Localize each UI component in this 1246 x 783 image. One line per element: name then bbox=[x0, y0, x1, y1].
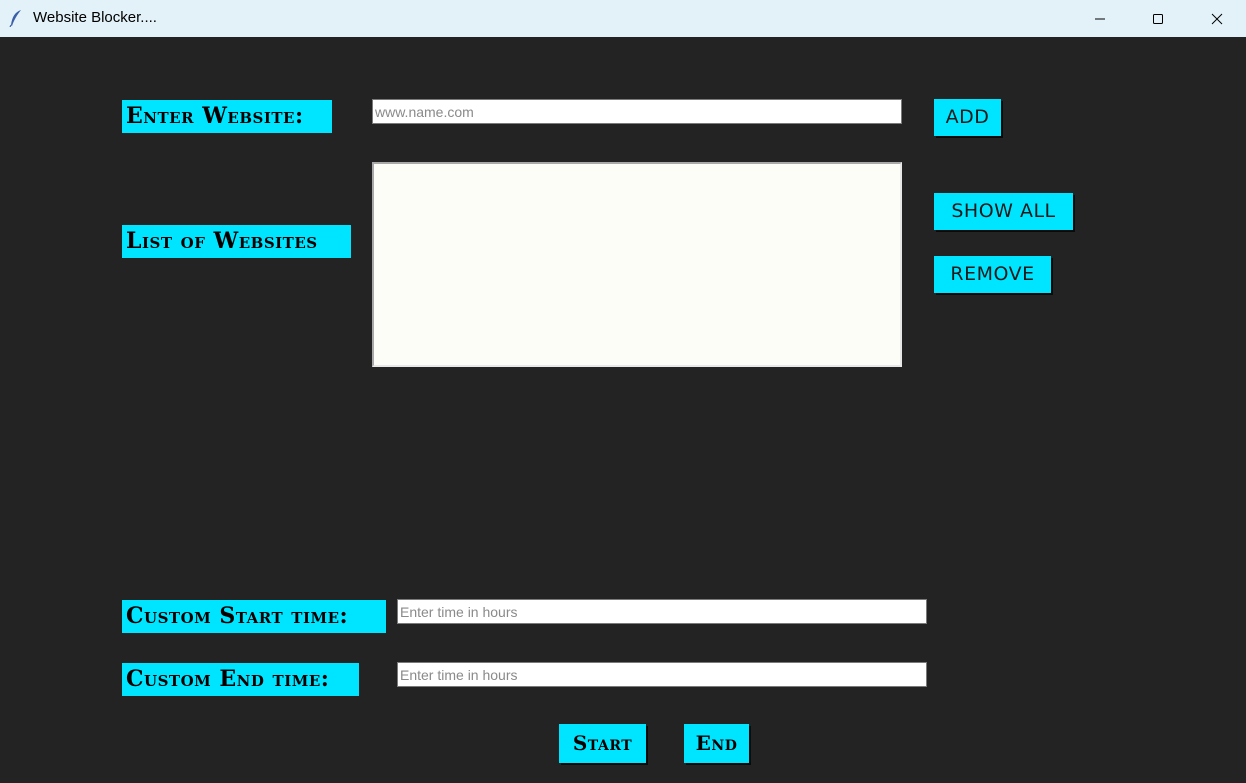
close-button[interactable] bbox=[1188, 0, 1246, 37]
websites-listbox[interactable] bbox=[372, 162, 902, 367]
end-button[interactable]: End bbox=[684, 724, 749, 763]
website-input[interactable] bbox=[372, 99, 902, 124]
end-time-input[interactable] bbox=[397, 662, 927, 687]
enter-website-label: Enter Website: bbox=[122, 100, 332, 133]
list-of-websites-label: List of Websites bbox=[122, 225, 351, 258]
start-time-input[interactable] bbox=[397, 599, 927, 624]
maximize-icon bbox=[1152, 13, 1164, 25]
minimize-button[interactable] bbox=[1071, 0, 1129, 37]
start-button[interactable]: Start bbox=[559, 724, 646, 763]
maximize-button[interactable] bbox=[1129, 0, 1187, 37]
show-all-button[interactable]: SHOW ALL bbox=[934, 193, 1073, 230]
app-window: Website Blocker.... Enter Website: ADD L… bbox=[0, 0, 1246, 783]
add-button[interactable]: ADD bbox=[934, 99, 1001, 136]
feather-icon bbox=[9, 9, 23, 28]
close-icon bbox=[1211, 13, 1223, 25]
custom-end-time-label: Custom End time: bbox=[122, 663, 359, 696]
title-bar[interactable]: Website Blocker.... bbox=[0, 0, 1246, 37]
custom-start-time-label: Custom Start time: bbox=[122, 600, 386, 633]
remove-button[interactable]: REMOVE bbox=[934, 256, 1051, 293]
window-title: Website Blocker.... bbox=[33, 9, 157, 26]
minimize-icon bbox=[1094, 13, 1106, 25]
